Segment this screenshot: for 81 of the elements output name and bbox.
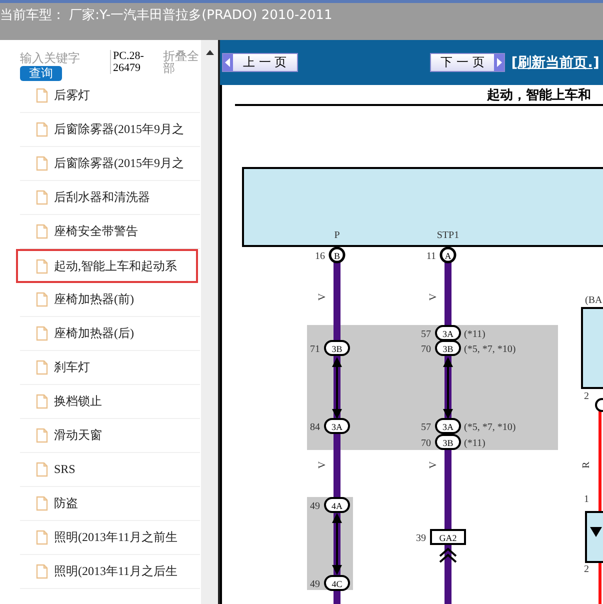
pin-number: 49 [310,501,320,512]
double-arrow [332,357,342,419]
pin-number: 57 [421,329,431,340]
tree-item[interactable]: 照明(2013年11月之后生 [20,555,200,589]
document-icon [36,258,48,274]
pin-number: 70 [421,344,431,355]
tree-item[interactable]: 后窗除雾器(2015年9月之 [20,113,200,147]
next-page-button[interactable]: 下 一 页 [430,53,506,72]
double-arrow [443,357,453,419]
chevron-icon [439,548,457,563]
document-icon [36,564,48,579]
connector-note: (*5, *7, *10) [464,422,516,433]
signal-label: P [334,230,340,241]
document-icon [36,190,48,205]
refresh-link[interactable]: [刷新当前页.] [511,54,600,72]
connector-label: 3B [435,340,461,356]
tree-item[interactable]: 滑动天窗 [20,419,200,453]
wire-color-label: V [428,293,439,301]
wire-color-label: R [581,462,592,468]
document-icon [36,530,48,545]
document-icon [36,224,48,239]
connector-note: (*11) [464,329,486,340]
pin-number: 11 [426,251,436,262]
scroll-up-icon[interactable] [206,50,214,55]
connector-label: GA2 [430,529,466,545]
pin-number: 71 [310,344,320,355]
signal-label: STP1 [436,230,460,241]
connector-label: 4C [324,575,350,591]
tree-item[interactable]: 后刮水器和清洗器 [20,181,200,215]
vehicle-title: 当前车型： 厂家:Y-一汽丰田普拉多(PRADO) 2010-2011 [0,8,332,23]
wire-color-label: V [317,293,328,301]
connector-label: 3A [435,418,461,434]
tree-item[interactable]: 座椅加热器(前) [20,283,200,317]
connector-label: 3B [324,340,350,356]
pin-number: 2 [584,564,589,575]
diagram-title: 起动，智能上车和 [487,88,591,103]
connector-label: 4A [324,497,350,513]
document-icon [36,394,48,409]
tree-item[interactable]: 照明(2013年11月之前生 [20,521,200,555]
tree-item[interactable]: SRS [20,453,200,487]
scrollbar[interactable] [201,40,218,604]
pin-number: 84 [310,422,320,433]
double-arrow [332,513,342,575]
pin-number: 1 [584,494,589,505]
wire-color-label: V [428,461,439,469]
pin-number: 70 [421,438,431,449]
document-icon [36,428,48,443]
tree-item[interactable]: 座椅安全带警告 [20,215,200,249]
pin-number: 2 [584,391,589,402]
tree-item[interactable]: 后雾灯 [20,79,200,113]
search-field[interactable]: 输入关键字 [20,50,100,66]
tree-item[interactable]: 起动,智能上车和起动系 [16,249,198,283]
pin-number: 39 [416,533,426,544]
document-icon [36,88,48,103]
wire-color-label: V [317,461,328,469]
connector-note: (*11) [464,438,486,449]
pin-number: 16 [315,251,325,262]
tree-item[interactable]: 刹车灯 [20,351,200,385]
connector-label: 3B [435,434,461,450]
search-button[interactable]: 查询 [20,66,62,81]
document-code: PC.28-26479 [110,50,157,74]
document-icon [36,292,48,307]
document-icon [36,326,48,341]
document-icon [36,156,48,171]
tree-item[interactable]: 后窗除雾器(2015年9月之 [20,147,200,181]
tree-item[interactable]: 座椅加热器(后) [20,317,200,351]
pin-number: 57 [421,422,431,433]
connector-label: 3A [435,325,461,341]
document-icon [36,496,48,511]
previous-page-button[interactable]: 上 一 页 [222,53,298,72]
pin-number: 49 [310,579,320,590]
tree-item[interactable]: 防盗 [20,487,200,521]
document-icon [36,360,48,375]
connector-label: 3A [324,418,350,434]
component-label: (BA [585,295,602,306]
document-icon [36,122,48,137]
tree-item[interactable]: 换档锁止 [20,385,200,419]
pin-circle: A [440,246,456,264]
document-icon [36,462,48,477]
connector-note: (*5, *7, *10) [464,344,516,355]
pin-circle: B [328,246,346,264]
